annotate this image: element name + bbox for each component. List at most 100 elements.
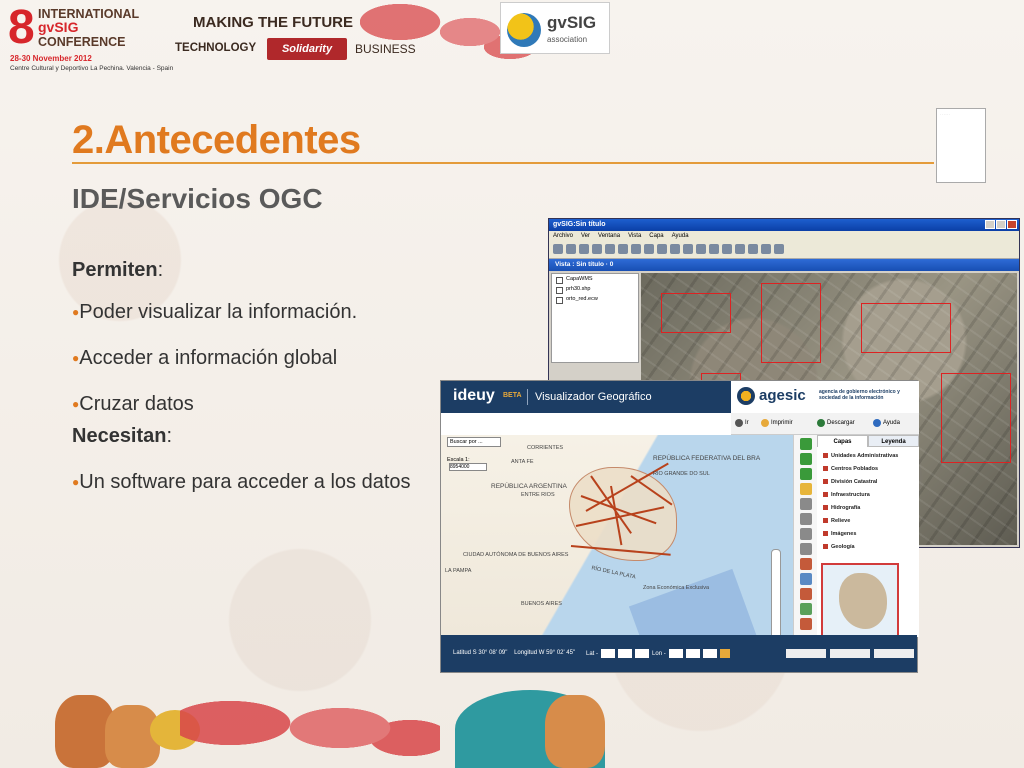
tab-capas[interactable]: Capas [817, 435, 868, 447]
layer-checkbox-icon [823, 531, 828, 536]
layer-checkbox-icon [823, 479, 828, 484]
menu-ver[interactable]: Ver [581, 231, 590, 241]
tool-icon[interactable] [761, 244, 771, 254]
draw-icon[interactable] [799, 603, 812, 615]
lon-min-input[interactable] [685, 649, 700, 658]
badge-logo[interactable] [830, 649, 870, 658]
tool-icon[interactable] [670, 244, 680, 254]
tab-leyenda[interactable]: Leyenda [868, 435, 919, 447]
minimize-icon[interactable] [985, 220, 995, 229]
overview-map[interactable] [821, 563, 899, 639]
conference-number: 8 [8, 1, 35, 54]
close-icon[interactable] [1007, 220, 1017, 229]
layer-label: Unidades Administrativas [831, 453, 899, 459]
necesitan-heading: Necesitan: [72, 425, 173, 447]
layer-item[interactable]: Hidrografía [823, 505, 860, 511]
map-label: LA PAMPA [445, 568, 472, 574]
lat-deg-input[interactable] [601, 649, 616, 658]
face-illustration [545, 695, 605, 768]
pan-up-icon[interactable] [799, 438, 812, 450]
tool-icon[interactable] [735, 244, 745, 254]
tool-ir[interactable]: Ir [745, 420, 749, 426]
association-subtitle: association [547, 35, 588, 44]
tool-icon[interactable] [657, 244, 667, 254]
pan-right-icon[interactable] [799, 468, 812, 480]
layer-item[interactable]: Geología [823, 544, 855, 550]
agesic-sun-icon [737, 387, 755, 405]
map-label: Zona Económica Exclusiva [643, 585, 710, 591]
layer-checkbox-icon [823, 518, 828, 523]
toc-layer-item[interactable]: prh30.shp [552, 284, 638, 294]
menu-capa[interactable]: Capa [649, 231, 663, 241]
motto-technology: TECHNOLOGY [175, 42, 257, 54]
tool-icon[interactable] [722, 244, 732, 254]
full-extent-icon[interactable] [799, 483, 812, 495]
lon-label: Lon - [652, 650, 666, 657]
badge-logo[interactable] [874, 649, 914, 658]
menu-vista[interactable]: Vista [628, 231, 641, 241]
tool-icon[interactable] [579, 244, 589, 254]
agesic-logo: agesic agencia de gobierno electrónico y… [731, 381, 919, 413]
zoom-box-icon[interactable] [799, 528, 812, 540]
tool-icon[interactable] [644, 244, 654, 254]
map-label: RIO GRANDE DO SUL [653, 471, 710, 477]
window-controls [985, 220, 1017, 229]
zoom-out-icon[interactable] [799, 513, 812, 525]
table-of-contents: CapaWMS prh30.shp orto_red.ecw [551, 273, 639, 363]
map-label: REPÚBLICA FEDERATIVA DEL BRA [653, 455, 761, 462]
conference-venue: Centre Cultural y Deportivo La Pechina. … [10, 65, 174, 72]
identify-icon[interactable] [799, 558, 812, 570]
menu-ayuda[interactable]: Ayuda [672, 231, 689, 241]
toc-layer-item[interactable]: orto_red.ecw [552, 294, 638, 304]
motto-business: BUSINESS [355, 42, 416, 56]
search-select[interactable]: Buscar por ... [447, 437, 501, 447]
conference-line-gvsig: gvSIG [38, 19, 79, 35]
ideuy-title: Visualizador Geográfico [535, 391, 652, 403]
lat-sec-input[interactable] [635, 649, 650, 658]
tool-icon[interactable] [683, 244, 693, 254]
print-icon [761, 419, 769, 427]
scale-input[interactable] [449, 463, 487, 471]
ideuy-beta-badge: BETA [503, 392, 522, 399]
lon-deg-input[interactable] [668, 649, 683, 658]
menu-ventana[interactable]: Ventana [598, 231, 620, 241]
layer-item[interactable]: Unidades Administrativas [823, 453, 898, 459]
tool-icon[interactable] [774, 244, 784, 254]
tool-icon[interactable] [553, 244, 563, 254]
pan-left-icon[interactable] [799, 453, 812, 465]
tool-icon[interactable] [592, 244, 602, 254]
go-button[interactable] [719, 649, 730, 658]
layer-item[interactable]: Imágenes [823, 531, 856, 537]
layer-item[interactable]: División Catastral [823, 479, 877, 485]
gvsig-globe-icon [507, 13, 541, 47]
zoom-in-icon[interactable] [799, 498, 812, 510]
info-icon[interactable] [799, 573, 812, 585]
hand-icon[interactable] [799, 543, 812, 555]
tool-icon[interactable] [605, 244, 615, 254]
zoom-slider[interactable] [771, 549, 781, 637]
association-name: gvSIG [547, 13, 597, 32]
badge-logo[interactable] [786, 649, 826, 658]
layer-item[interactable]: Infraestructura [823, 492, 870, 498]
toc-layer-item[interactable]: CapaWMS [552, 274, 638, 284]
tool-icon[interactable] [566, 244, 576, 254]
footer-badges [786, 649, 914, 658]
tool-ayuda[interactable]: Ayuda [883, 420, 900, 426]
menu-archivo[interactable]: Archivo [553, 231, 573, 241]
tool-icon[interactable] [748, 244, 758, 254]
layer-checkbox-icon [823, 544, 828, 549]
measure-icon[interactable] [799, 588, 812, 600]
tool-icon[interactable] [618, 244, 628, 254]
layer-item[interactable]: Relieve [823, 518, 850, 524]
lat-min-input[interactable] [618, 649, 633, 658]
lon-sec-input[interactable] [702, 649, 717, 658]
tool-imprimir[interactable]: Imprimir [771, 420, 793, 426]
maximize-icon[interactable] [996, 220, 1006, 229]
slide-subtitle: IDE/Servicios OGC [72, 183, 323, 214]
tool-icon[interactable] [696, 244, 706, 254]
tool-icon[interactable] [709, 244, 719, 254]
tool-descargar[interactable]: Descargar [827, 420, 855, 426]
layer-item[interactable]: Centros Poblados [823, 466, 878, 472]
tool-icon[interactable] [631, 244, 641, 254]
print-tool-icon[interactable] [799, 618, 812, 630]
